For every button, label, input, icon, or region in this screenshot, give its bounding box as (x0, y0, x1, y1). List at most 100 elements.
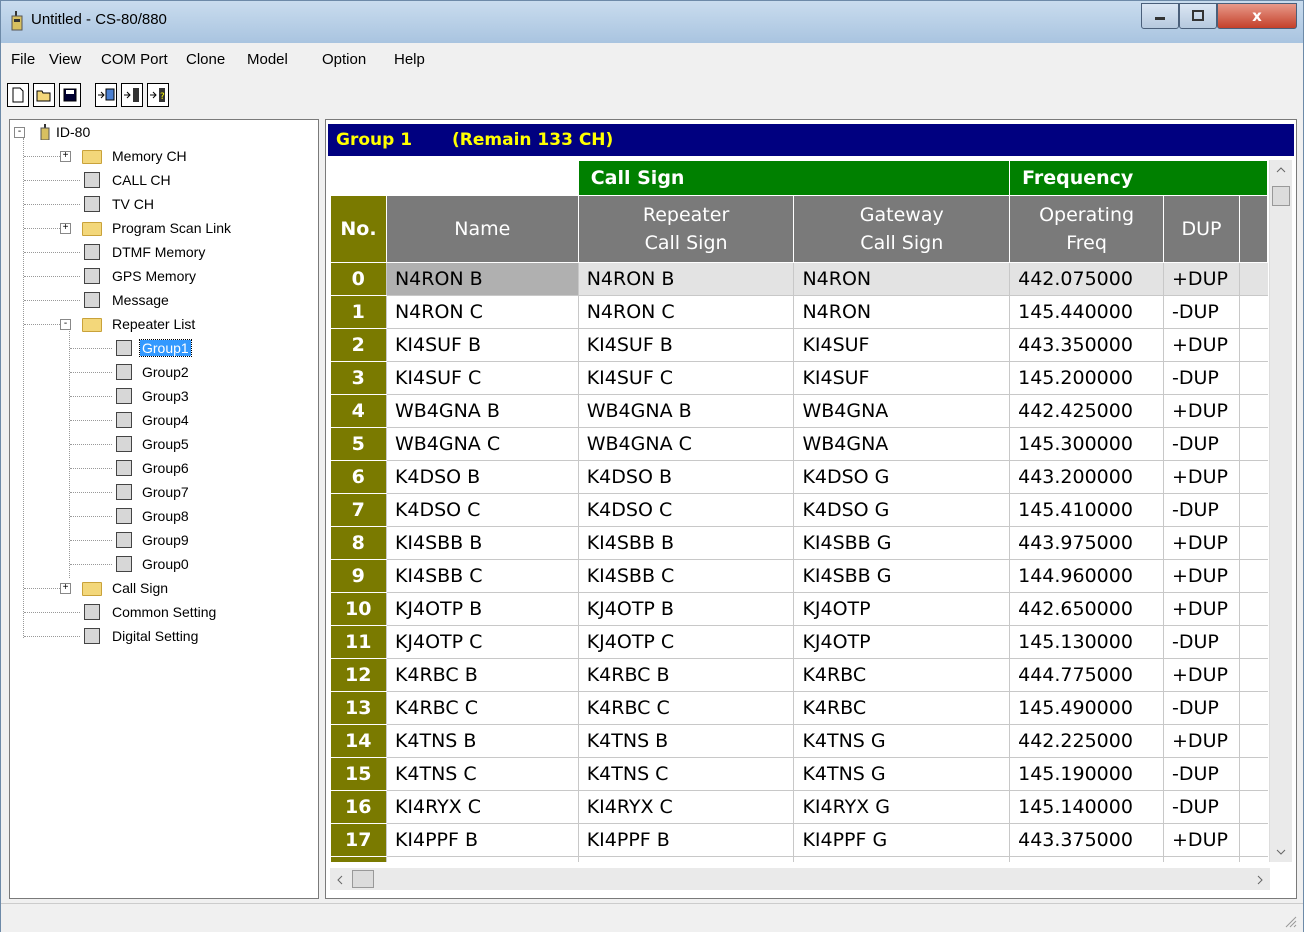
clone-info-button[interactable]: ? (147, 83, 169, 107)
table-row[interactable]: 7 K4DSO C K4DSO C K4DSO G 145.410000 -DUP (330, 493, 1268, 527)
menu-help[interactable]: Help (394, 51, 425, 68)
table-row[interactable]: 16 KI4RYX C KI4RYX C KI4RYX G 145.140000 -DUP (330, 790, 1268, 824)
dup-cell[interactable]: -DUP (1163, 625, 1240, 659)
name-cell[interactable]: KJ4OTP B (385, 592, 579, 626)
col-header-dup[interactable]: DUP (1163, 195, 1240, 263)
operating-freq-cell[interactable]: 145.130000 (1009, 625, 1164, 659)
dup-cell[interactable]: +DUP (1163, 823, 1240, 857)
extra-cell[interactable] (1238, 493, 1268, 527)
table-row[interactable]: 11 KJ4OTP C KJ4OTP C KJ4OTP 145.130000 -DUP (330, 625, 1268, 659)
table-row[interactable]: 14 K4TNS B K4TNS B K4TNS G 442.225000 +DUP (330, 724, 1268, 758)
read-from-radio-button[interactable] (95, 83, 117, 107)
operating-freq-cell[interactable]: 442.425000 (1009, 394, 1164, 428)
dup-cell[interactable]: +DUP (1163, 262, 1240, 296)
save-button[interactable] (59, 83, 81, 107)
write-to-radio-button[interactable] (121, 83, 143, 107)
tree-item-group9[interactable]: Group9 (14, 530, 294, 552)
operating-freq-cell[interactable]: 145.490000 (1009, 691, 1164, 725)
table-row[interactable]: 18KI4PPF CKI4PPF CKI4PPF G145.490000-DUP (330, 856, 1268, 862)
extra-cell[interactable] (1238, 757, 1268, 791)
scroll-up-arrow-icon[interactable] (1275, 166, 1287, 174)
operating-freq-cell[interactable]: 442.225000 (1009, 724, 1164, 758)
tree-item-call-sign[interactable]: + Call Sign (14, 578, 294, 600)
name-cell[interactable]: K4TNS C (385, 757, 579, 791)
extra-cell[interactable] (1238, 724, 1268, 758)
name-cell[interactable]: KI4SUF B (385, 328, 579, 362)
gateway-call-sign-cell[interactable]: K4TNS G (793, 724, 1010, 758)
col-header-operating-freq[interactable]: Operating Freq (1009, 195, 1165, 263)
menu-com-port[interactable]: COM Port (101, 51, 168, 68)
repeater-call-sign-cell[interactable]: K4DSO B (577, 460, 794, 494)
extra-cell[interactable] (1238, 790, 1268, 824)
tree-item-group8[interactable]: Group8 (14, 506, 294, 528)
operating-freq-cell[interactable]: 145.140000 (1009, 790, 1164, 824)
dup-cell[interactable]: +DUP (1163, 658, 1240, 692)
table-row[interactable]: 1 N4RON C N4RON C N4RON 145.440000 -DUP (330, 295, 1268, 329)
extra-cell[interactable] (1238, 658, 1268, 692)
extra-cell[interactable] (1238, 559, 1268, 593)
dup-cell[interactable]: +DUP (1163, 724, 1240, 758)
tree-item-repeater-list[interactable]: - Repeater List (14, 314, 294, 336)
gateway-call-sign-cell[interactable]: WB4GNA (793, 394, 1010, 428)
tree-item-group6[interactable]: Group6 (14, 458, 294, 480)
repeater-call-sign-cell[interactable]: KI4RYX C (577, 790, 794, 824)
name-cell[interactable]: KI4SUF C (385, 361, 579, 395)
name-cell[interactable]: K4RBC C (385, 691, 579, 725)
minimize-button[interactable] (1141, 3, 1179, 29)
tree-item-message[interactable]: Message (14, 290, 294, 312)
name-cell[interactable]: K4DSO C (385, 493, 579, 527)
tree-item-group4[interactable]: Group4 (14, 410, 294, 432)
dup-cell[interactable]: -DUP (1163, 790, 1240, 824)
dup-cell[interactable]: +DUP (1163, 592, 1240, 626)
repeater-call-sign-cell[interactable]: KJ4OTP C (577, 625, 794, 659)
repeater-call-sign-cell[interactable]: KI4SUF B (577, 328, 794, 362)
extra-cell[interactable] (1238, 691, 1268, 725)
tree-item-dtmf-memory[interactable]: DTMF Memory (14, 242, 294, 264)
gateway-call-sign-cell[interactable]: K4DSO G (793, 460, 1010, 494)
name-cell[interactable]: N4RON B (385, 262, 579, 296)
gateway-call-sign-cell[interactable]: KI4PPF G (793, 823, 1010, 857)
tree-item-tv-ch[interactable]: TV CH (14, 194, 294, 216)
tree-item-memory-ch[interactable]: + Memory CH (14, 146, 294, 168)
tree-item-program-scan-link[interactable]: + Program Scan Link (14, 218, 304, 240)
name-cell[interactable]: WB4GNA C (385, 427, 579, 461)
table-row[interactable]: 13 K4RBC C K4RBC C K4RBC 145.490000 -DUP (330, 691, 1268, 725)
name-cell[interactable]: K4RBC B (385, 658, 579, 692)
menu-clone[interactable]: Clone (186, 51, 225, 68)
repeater-call-sign-cell[interactable]: K4DSO C (577, 493, 794, 527)
gateway-call-sign-cell[interactable]: KI4PPF G (793, 856, 1010, 862)
operating-freq-cell[interactable]: 145.190000 (1009, 757, 1164, 791)
name-cell[interactable]: KI4PPF C (385, 856, 579, 862)
name-cell[interactable]: KI4SBB B (385, 526, 579, 560)
table-row[interactable]: 5 WB4GNA C WB4GNA C WB4GNA 145.300000 -DUP (330, 427, 1268, 461)
open-button[interactable] (33, 83, 55, 107)
menu-option[interactable]: Option (322, 51, 366, 68)
operating-freq-cell[interactable]: 145.300000 (1009, 427, 1164, 461)
dup-cell[interactable]: +DUP (1163, 328, 1240, 362)
tree-item-common-setting[interactable]: Common Setting (14, 602, 294, 624)
menu-view[interactable]: View (49, 51, 81, 68)
extra-cell[interactable] (1238, 427, 1268, 461)
col-header-repeater-call-sign[interactable]: Repeater Call Sign (577, 195, 795, 263)
tree-item-group7[interactable]: Group7 (14, 482, 294, 504)
repeater-call-sign-cell[interactable]: WB4GNA B (577, 394, 794, 428)
operating-freq-cell[interactable]: 443.975000 (1009, 526, 1164, 560)
col-header-name[interactable]: Name (385, 195, 579, 263)
collapse-icon[interactable]: - (60, 319, 71, 330)
dup-cell[interactable]: -DUP (1163, 295, 1240, 329)
repeater-call-sign-cell[interactable]: K4TNS C (577, 757, 794, 791)
operating-freq-cell[interactable]: 145.410000 (1009, 493, 1164, 527)
extra-cell[interactable] (1238, 328, 1268, 362)
extra-cell[interactable] (1238, 856, 1268, 862)
extra-cell[interactable] (1238, 262, 1268, 296)
expand-icon[interactable]: + (60, 583, 71, 594)
scroll-right-arrow-icon[interactable] (1256, 874, 1264, 886)
extra-cell[interactable] (1238, 526, 1268, 560)
extra-cell[interactable] (1238, 361, 1268, 395)
name-cell[interactable]: WB4GNA B (385, 394, 579, 428)
table-row[interactable]: 17 KI4PPF B KI4PPF B KI4PPF G 443.375000 +DUP (330, 823, 1268, 857)
operating-freq-cell[interactable]: 144.960000 (1009, 559, 1164, 593)
menu-file[interactable]: File (11, 51, 35, 68)
gateway-call-sign-cell[interactable]: KI4SBB G (793, 559, 1010, 593)
table-row[interactable]: 12 K4RBC B K4RBC B K4RBC 444.775000 +DUP (330, 658, 1268, 692)
